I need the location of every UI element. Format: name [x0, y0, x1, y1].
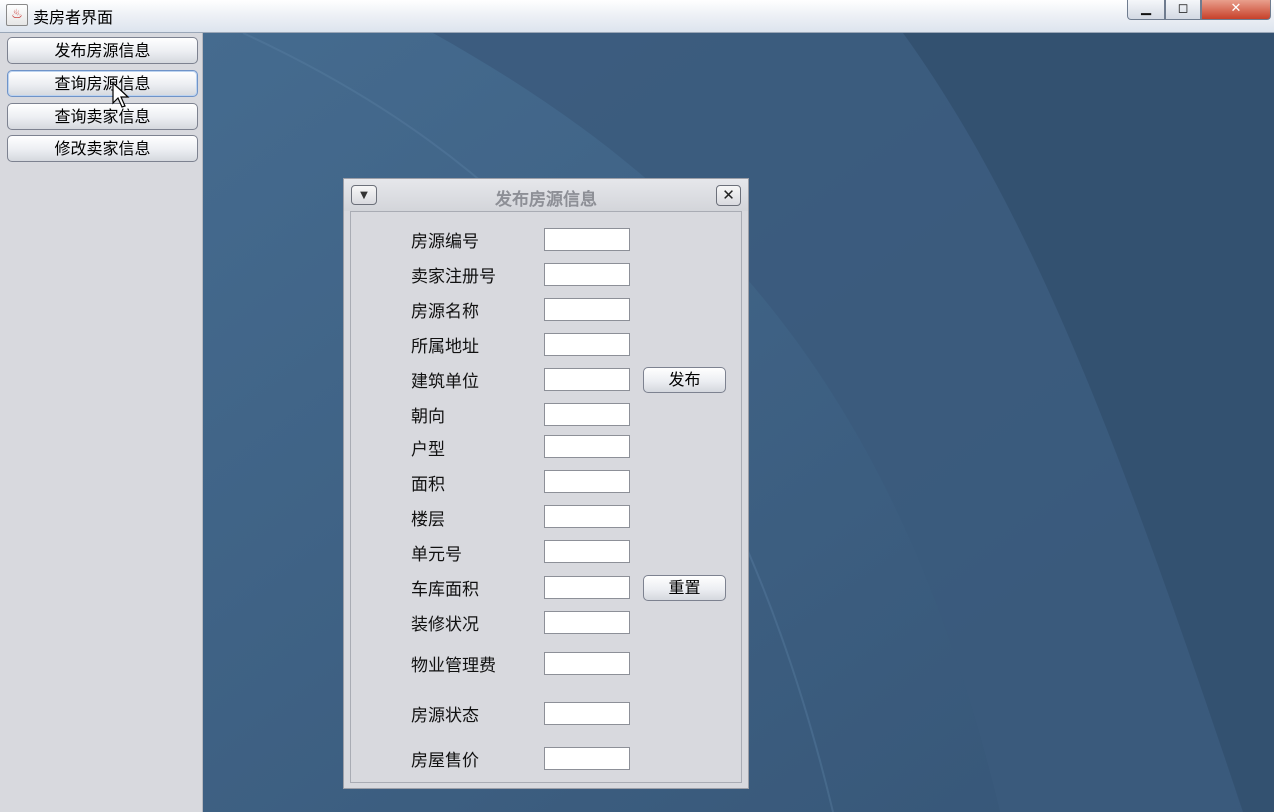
- dialog-close-button[interactable]: ✕: [716, 185, 741, 206]
- field-label-property-fee: 物业管理费: [411, 656, 496, 676]
- floor-input[interactable]: [544, 505, 630, 528]
- property-fee-input[interactable]: [544, 652, 630, 675]
- field-label-price: 房屋售价: [411, 751, 479, 771]
- price-input[interactable]: [544, 747, 630, 770]
- orientation-input[interactable]: [544, 403, 630, 426]
- mouse-cursor-icon: [112, 82, 130, 108]
- field-label-area: 面积: [411, 475, 445, 495]
- window-titlebar: ♨ 卖房者界面 ▁ ◻ ✕: [0, 0, 1274, 33]
- field-label-seller-reg-no: 卖家注册号: [411, 267, 496, 287]
- seller-reg-no-input[interactable]: [544, 263, 630, 286]
- builder-input[interactable]: [544, 368, 630, 391]
- publish-listing-dialog: ▼ 发布房源信息 ✕ 房源编号 卖家注册号 房源名称 所属地址 建筑单位 发布 …: [343, 178, 749, 789]
- listing-id-input[interactable]: [544, 228, 630, 251]
- close-window-button[interactable]: ✕: [1201, 0, 1271, 20]
- publish-listing-nav-button[interactable]: 发布房源信息: [7, 37, 198, 64]
- sidebar: 发布房源信息 查询房源信息 查询卖家信息 修改卖家信息: [2, 33, 203, 812]
- decoration-input[interactable]: [544, 611, 630, 634]
- listing-name-input[interactable]: [544, 298, 630, 321]
- dialog-title: 发布房源信息: [495, 190, 597, 210]
- dialog-form: 房源编号 卖家注册号 房源名称 所属地址 建筑单位 发布 朝向 户型 面积 楼层…: [350, 211, 742, 783]
- field-label-layout: 户型: [411, 440, 445, 460]
- query-seller-nav-button[interactable]: 查询卖家信息: [7, 103, 198, 130]
- java-icon: ♨: [6, 4, 28, 26]
- query-listing-nav-button[interactable]: 查询房源信息: [7, 70, 198, 97]
- window-title: 卖房者界面: [33, 8, 114, 27]
- dialog-titlebar: ▼ 发布房源信息 ✕: [344, 179, 748, 211]
- layout-input[interactable]: [544, 435, 630, 458]
- field-label-listing-name: 房源名称: [411, 302, 479, 322]
- unit-no-input[interactable]: [544, 540, 630, 563]
- field-label-unit-no: 单元号: [411, 545, 462, 565]
- area-input[interactable]: [544, 470, 630, 493]
- field-label-garage-area: 车库面积: [411, 580, 479, 600]
- listing-status-input[interactable]: [544, 702, 630, 725]
- address-input[interactable]: [544, 333, 630, 356]
- field-label-orientation: 朝向: [411, 407, 445, 427]
- field-label-decoration: 装修状况: [411, 615, 479, 635]
- field-label-listing-id: 房源编号: [411, 232, 479, 252]
- publish-button[interactable]: 发布: [643, 367, 726, 393]
- garage-area-input[interactable]: [544, 576, 630, 599]
- maximize-button[interactable]: ◻: [1165, 0, 1201, 20]
- edit-seller-nav-button[interactable]: 修改卖家信息: [7, 135, 198, 162]
- reset-button[interactable]: 重置: [643, 575, 726, 601]
- field-label-floor: 楼层: [411, 510, 445, 530]
- field-label-builder: 建筑单位: [411, 372, 479, 392]
- field-label-listing-status: 房源状态: [411, 706, 479, 726]
- minimize-button[interactable]: ▁: [1127, 0, 1165, 20]
- field-label-address: 所属地址: [411, 337, 479, 357]
